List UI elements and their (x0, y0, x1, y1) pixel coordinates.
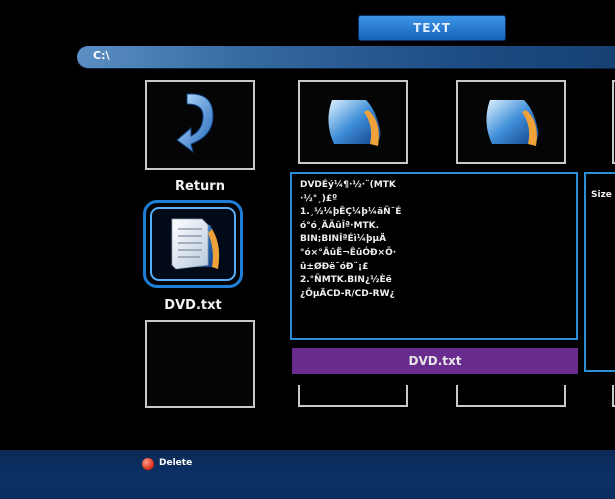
folder-tile[interactable] (298, 80, 408, 164)
preview-line: BIN;BINÎªÉì¼þµÄ (300, 234, 387, 245)
folder-icon (486, 100, 539, 146)
path-bar: C:\ (77, 46, 615, 68)
empty-tile[interactable] (145, 320, 255, 408)
preview-line: ¿ÕµÄCD-R/CD-RW¿ (300, 288, 395, 299)
text-preview-panel: DVDÉý¼¶·½·¨(MTK ·½°¸)£º 1.¸½¼þÊÇ¼þ¼äÑ¯É ó°ó… (290, 172, 578, 340)
folder-tile[interactable] (298, 385, 408, 407)
preview-line: û±ØÐë¯óÐ¨¡£ (300, 261, 369, 272)
preview-line: °ó×°ÂûË¬ÊûÓÐ×Ö· (300, 247, 397, 258)
bottom-bar (0, 450, 615, 499)
preview-filename: DVD.txt (408, 354, 462, 368)
preview-filename-bar: DVD.txt (292, 348, 578, 374)
tab-text-label: TEXT (413, 21, 451, 35)
file-info-panel: Size (584, 172, 615, 372)
preview-line: 2.°ÑMTK.BIN¿½Èë (300, 275, 392, 286)
folder-icon (328, 100, 381, 146)
red-button-icon[interactable] (142, 458, 154, 470)
return-tile[interactable] (145, 80, 255, 170)
preview-line: 1.¸½¼þÊÇ¼þ¼äÑ¯É (300, 207, 402, 218)
preview-line: DVDÉý¼¶·½·¨(MTK (300, 180, 396, 190)
preview-text: DVDÉý¼¶·½·¨(MTK ·½°¸)£º 1.¸½¼þÊÇ¼þ¼äÑ¯É ó°ó… (292, 174, 576, 301)
return-arrow-icon (176, 93, 214, 154)
size-label: Size (591, 190, 612, 200)
preview-line: ·½°¸)£º (300, 193, 338, 204)
current-path: C:\ (93, 49, 110, 62)
folder-tile[interactable] (456, 385, 566, 407)
selected-file-tile[interactable] (150, 207, 236, 281)
delete-label: Delete (159, 458, 193, 468)
selected-file-label: DVD.txt (164, 298, 222, 313)
text-file-icon (171, 218, 220, 270)
preview-line: ó°ó¸ÄÃûÎª·MTK. (300, 220, 380, 231)
return-label: Return (175, 179, 225, 194)
folder-tile[interactable] (456, 80, 566, 164)
tab-text[interactable]: TEXT (358, 15, 506, 41)
